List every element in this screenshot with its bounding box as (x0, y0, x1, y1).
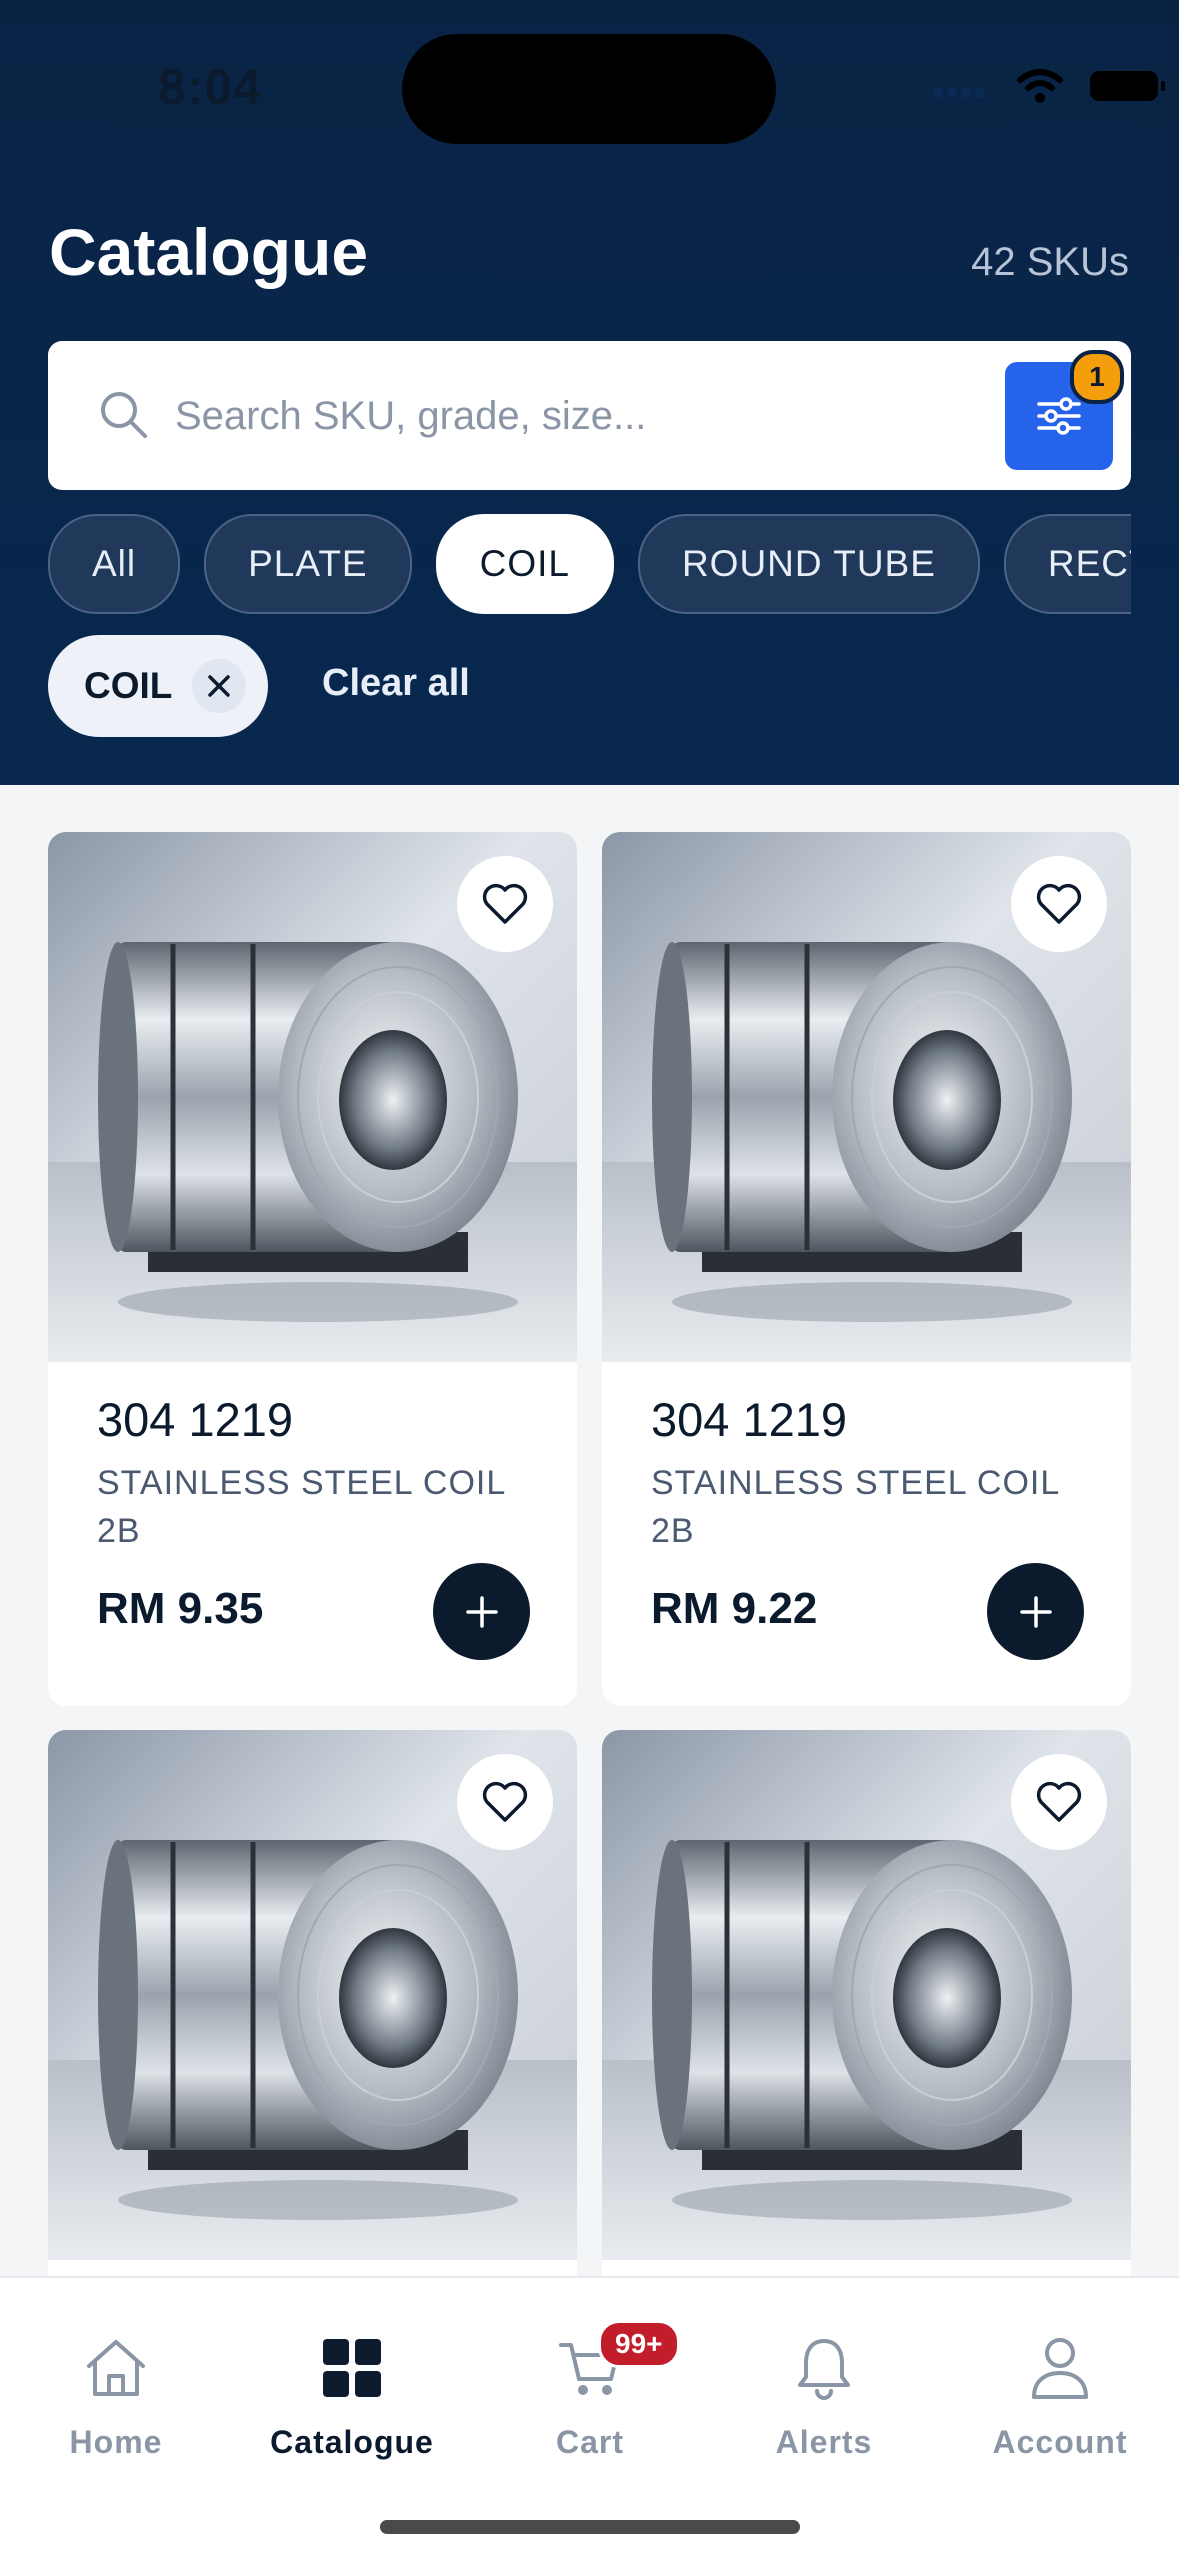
home-icon (87, 2340, 145, 2396)
product-card[interactable]: 304 1219 STAINLESS STEEL COIL 2B RM 9.22 (602, 832, 1131, 1706)
tab-cart[interactable]: 99+ Cart (490, 2320, 690, 2461)
tab-alerts[interactable]: Alerts (724, 2328, 924, 2461)
product-name-line1: STAINLESS STEEL COIL (651, 1464, 1061, 1502)
page-title: Catalogue (49, 215, 369, 289)
filter-count-badge: 1 (1070, 350, 1124, 404)
product-card[interactable]: 304 1219 STAINLESS STEEL COIL 2B RM 9.35 (48, 832, 577, 1706)
product-sku: 304 1219 (97, 1393, 294, 1446)
catalogue-header: 8:04 Catalogue 42 SKUs Search SKU, grade… (0, 0, 1179, 785)
add-to-cart-button[interactable] (433, 1563, 530, 1660)
wifi-icon (1017, 69, 1063, 103)
chip-all[interactable]: All (48, 514, 181, 614)
product-price: RM 9.22 (651, 1584, 818, 1633)
tab-account[interactable]: Account (960, 2328, 1160, 2461)
product-name-line2: 2B (97, 1512, 141, 1550)
search-bar (48, 341, 1131, 490)
signal-icon (933, 88, 985, 98)
sku-count: 42 SKUs (971, 240, 1129, 284)
tab-home-label: Home (69, 2424, 163, 2460)
tab-cart-label: Cart (555, 2424, 624, 2460)
add-to-cart-button[interactable] (987, 1563, 1084, 1660)
plus-icon (465, 1595, 498, 1628)
tab-home[interactable]: Home (16, 2328, 216, 2461)
favorite-button[interactable] (1011, 856, 1107, 952)
chip-rect[interactable]: RECT (1003, 514, 1131, 614)
heart-icon (1036, 883, 1082, 924)
product-sku: 304 1219 (651, 1393, 848, 1446)
product-card[interactable] (48, 1730, 577, 2277)
product-name: STAINLESS STEEL COIL 2B (651, 1459, 1091, 1555)
home-indicator (380, 2520, 800, 2534)
search-input[interactable] (173, 385, 1017, 447)
tab-alerts-label: Alerts (775, 2424, 873, 2460)
heart-icon (1036, 1781, 1082, 1822)
status-time: 8:04 (158, 59, 263, 115)
product-card[interactable] (602, 1730, 1131, 2277)
remove-filter-button[interactable] (192, 659, 246, 713)
sliders-icon (1037, 397, 1081, 435)
cart-count-badge: 99+ (598, 2320, 680, 2368)
favorite-button[interactable] (457, 856, 553, 952)
grid-icon (323, 2339, 381, 2397)
battery-icon (1090, 71, 1165, 101)
product-grid: 304 1219 STAINLESS STEEL COIL 2B RM 9.35… (48, 832, 1131, 2277)
clear-all-link[interactable]: Clear all (322, 662, 470, 705)
user-icon (1032, 2338, 1088, 2399)
product-name: STAINLESS STEEL COIL 2B (97, 1459, 537, 1555)
tab-account-label: Account (992, 2424, 1128, 2460)
bottom-tab-bar: Home Catalogue 99+ Cart Alerts Account (0, 2276, 1179, 2558)
tab-catalogue[interactable]: Catalogue (252, 2328, 452, 2461)
category-chips: All PLATE COIL ROUND TUBE RECT (48, 514, 1131, 614)
plus-icon (1019, 1595, 1052, 1628)
chip-round-tube[interactable]: ROUND TUBE (637, 514, 980, 614)
search-icon (101, 392, 147, 438)
heart-icon (482, 1781, 528, 1822)
favorite-button[interactable] (457, 1754, 553, 1850)
chip-coil[interactable]: COIL (435, 514, 614, 614)
active-filter-chip: COIL (48, 635, 268, 737)
favorite-button[interactable] (1011, 1754, 1107, 1850)
bell-icon (798, 2339, 850, 2400)
close-icon (208, 675, 230, 697)
chip-plate[interactable]: PLATE (204, 514, 412, 614)
product-name-line1: STAINLESS STEEL COIL (97, 1464, 507, 1502)
dynamic-island (402, 34, 776, 144)
tab-catalogue-label: Catalogue (270, 2424, 434, 2460)
product-price: RM 9.35 (97, 1584, 264, 1633)
status-icons (930, 68, 1165, 104)
product-name-line2: 2B (651, 1512, 695, 1550)
heart-icon (482, 883, 528, 924)
active-filter-label: COIL (84, 665, 173, 706)
